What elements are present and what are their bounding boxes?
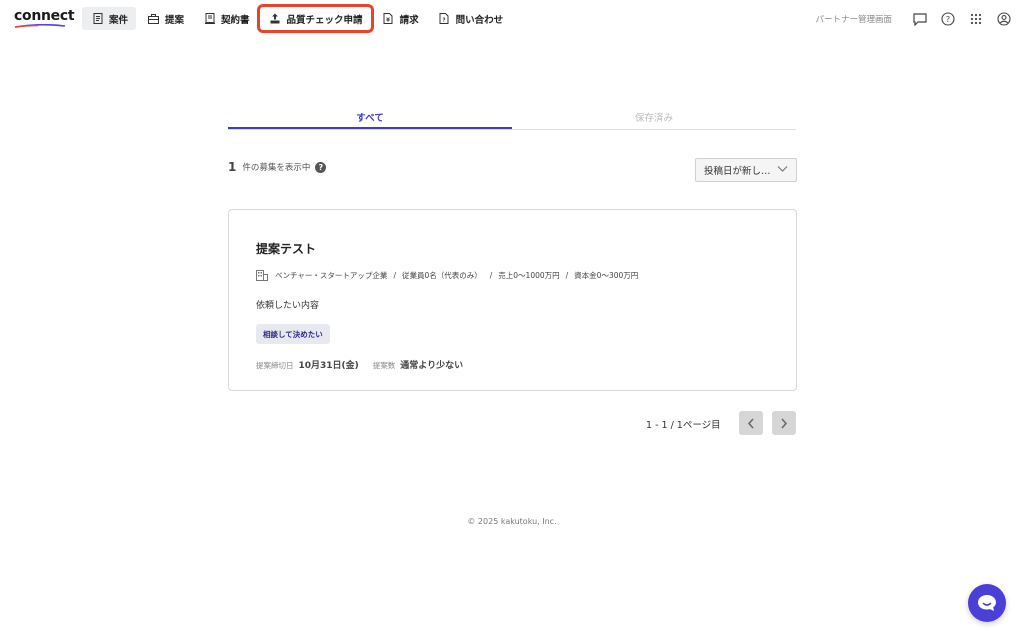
- card-description: 依頼したい内容: [256, 301, 320, 311]
- status-badge: 相談して決めたい: [256, 324, 330, 344]
- help-circle-icon[interactable]: ?: [315, 161, 327, 173]
- sort-selected-value: 投稿日が新し…: [704, 166, 771, 177]
- tab-all[interactable]: すべて: [228, 106, 512, 129]
- footer-copyright: © 2025 kakutoku, Inc.: [467, 517, 557, 526]
- upload-icon: [270, 13, 281, 24]
- chevron-down-icon: [777, 165, 788, 176]
- nav-item-proposals[interactable]: 提案: [138, 7, 192, 30]
- card-title[interactable]: 提案テスト: [256, 240, 316, 257]
- nav-item-inquiry[interactable]: ? 問い合わせ: [429, 7, 512, 30]
- listing-card[interactable]: 提案テスト ベンチャー・スタートアップ企業 / 従業員0名（代表のみ） / 売上…: [228, 209, 797, 391]
- chevron-left-icon: [747, 418, 754, 428]
- account-icon[interactable]: [990, 5, 1018, 33]
- meta-separator: /: [565, 271, 569, 280]
- result-count: 1 件の募集を表示中 ?: [228, 160, 327, 174]
- nav-item-label: 請求: [399, 14, 419, 26]
- apps-grid-icon[interactable]: [962, 5, 990, 33]
- svg-text:¥: ¥: [386, 18, 390, 24]
- sales-range: 売上0〜1000万円: [498, 271, 560, 280]
- building-icon: [256, 270, 268, 281]
- top-nav: connect 案件 提案 契約書 品質チェック申請 ¥ 請求 ? 問い合わせ …: [0, 0, 1024, 38]
- help-icon[interactable]: ?: [934, 5, 962, 33]
- chevron-right-icon: [781, 418, 788, 428]
- pagination-status: 1 - 1 / 1ページ目: [646, 420, 721, 431]
- nav-right: パートナー管理画面 ?: [815, 0, 1024, 38]
- partner-admin-link[interactable]: パートナー管理画面: [815, 13, 892, 25]
- prev-page-button[interactable]: [739, 411, 763, 435]
- nav-item-label: 品質チェック申請: [286, 14, 363, 26]
- proposal-count-label: 提案数: [372, 361, 396, 370]
- logo-swoosh: [14, 24, 66, 28]
- nav-item-label: 提案: [165, 14, 185, 26]
- chat-icon: [978, 595, 996, 611]
- employee-count: 従業員0名（代表のみ）: [401, 271, 482, 280]
- invoice-icon: ¥: [383, 13, 394, 24]
- capital-range: 資本金0〜300万円: [574, 271, 639, 280]
- next-page-button[interactable]: [772, 411, 796, 435]
- company-type: ベンチャー・スタートアップ企業: [275, 271, 388, 280]
- tab-saved[interactable]: 保存済み: [512, 106, 796, 129]
- contract-icon: [204, 13, 215, 24]
- nav-item-label: 契約書: [221, 14, 250, 26]
- nav-item-cases[interactable]: 案件: [82, 7, 137, 30]
- proposal-count-value: 通常より少ない: [400, 361, 464, 371]
- svg-text:?: ?: [442, 18, 445, 24]
- inquiry-icon: ?: [439, 13, 450, 24]
- sort-select[interactable]: 投稿日が新し…: [695, 158, 797, 182]
- deadline-label: 提案締切日: [256, 361, 294, 370]
- nav-item-contracts[interactable]: 契約書: [194, 7, 258, 30]
- nav-item-label: 案件: [109, 14, 129, 26]
- nav-item-quality-check[interactable]: 品質チェック申請: [256, 4, 374, 33]
- message-icon[interactable]: [906, 5, 934, 33]
- nav-item-billing[interactable]: ¥ 請求: [373, 7, 427, 30]
- deadline-value: 10月31日(金): [298, 361, 359, 371]
- meta-separator: /: [393, 271, 396, 280]
- nav-menu: 案件 提案 契約書 品質チェック申請 ¥ 請求 ? 問い合わせ: [82, 4, 513, 33]
- nav-item-label: 問い合わせ: [455, 14, 504, 26]
- card-company-meta: ベンチャー・スタートアップ企業 / 従業員0名（代表のみ） / 売上0〜1000…: [256, 270, 638, 281]
- listing-tabs: すべて 保存済み: [228, 106, 796, 130]
- result-count-number: 1: [228, 160, 237, 174]
- brand-logo[interactable]: connect: [14, 8, 75, 24]
- meta-separator: /: [489, 271, 493, 280]
- card-footer: 提案締切日 10月31日(金) 提案数 通常より少ない: [256, 358, 477, 371]
- result-count-text: 件の募集を表示中: [242, 163, 311, 173]
- svg-text:?: ?: [946, 15, 950, 24]
- document-icon: [92, 13, 103, 24]
- briefcase-icon: [148, 13, 160, 24]
- chat-launcher-button[interactable]: [968, 584, 1006, 622]
